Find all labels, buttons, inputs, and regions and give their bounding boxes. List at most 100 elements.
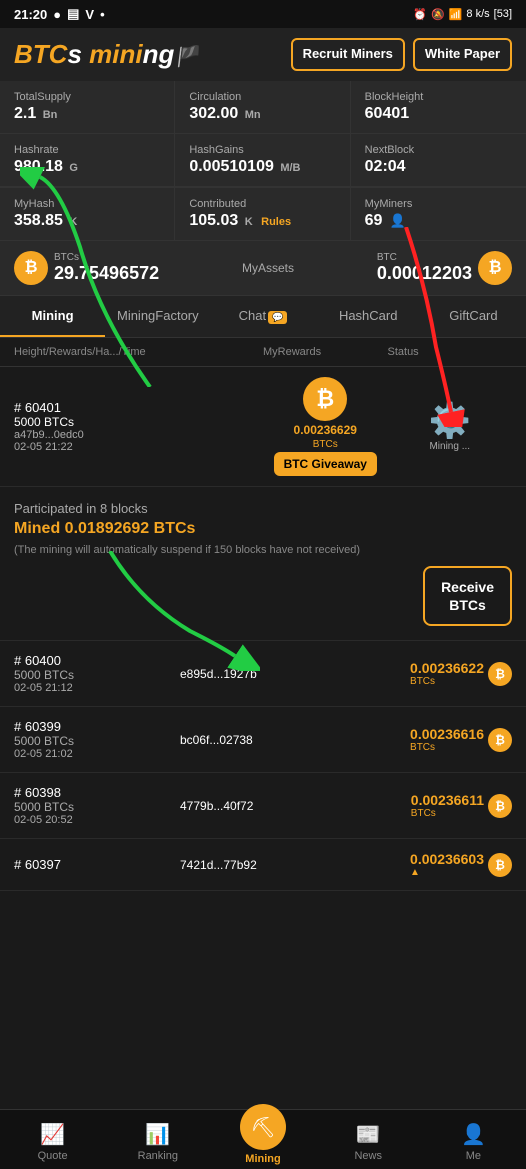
btc-giveaway-button[interactable]: BTC Giveaway <box>274 452 377 476</box>
tab-miningfactory[interactable]: MiningFactory <box>105 296 210 337</box>
btcs-icon: ₿ <box>14 251 48 285</box>
block-height-cell: BlockHeight 60401 <box>351 81 526 134</box>
hash-gains-cell: HashGains 0.00510109 M/B <box>175 134 350 187</box>
block-60400-amount: 5000 BTCs <box>14 668 180 682</box>
block-60399-amount: 5000 BTCs <box>14 734 180 748</box>
total-supply-label: TotalSupply <box>14 91 160 103</box>
quote-icon: 📈 <box>40 1122 65 1147</box>
block-60398-id: # 60398 <box>14 785 180 800</box>
nav-mining-center[interactable]: ⛏ Mining <box>210 1118 315 1165</box>
bottom-nav: 📈 Quote 📊 Ranking ⛏ Mining 📰 News 👤 Me <box>0 1109 526 1169</box>
current-btc-icon: ₿ <box>303 377 347 421</box>
participated-block: Participated in 8 blocks Mined 0.0189269… <box>0 487 526 641</box>
my-hash-label: MyHash <box>14 198 160 210</box>
speed-text: 8 k/s <box>466 8 489 20</box>
circulation-label: Circulation <box>189 91 335 103</box>
tab-giftcard[interactable]: GiftCard <box>421 296 526 337</box>
col3-header: Status <box>388 346 513 358</box>
block-60399-reward: 0.00236616 <box>410 726 484 742</box>
col2-header: MyRewards <box>263 346 388 358</box>
block-row-60399: # 60399 5000 BTCs 02-05 21:02 bc06f...02… <box>0 707 526 773</box>
status-left: 21:20 ● ▤ V • <box>14 6 105 22</box>
gear-icon: ⚙️ <box>429 401 471 441</box>
white-paper-button[interactable]: White Paper <box>413 38 512 71</box>
block-60400-reward: 0.00236622 <box>410 660 484 676</box>
current-block-left: # 60401 5000 BTCs a47b9...0edc0 02-05 21… <box>14 400 263 453</box>
current-mining-section: # 60401 5000 BTCs a47b9...0edc0 02-05 21… <box>0 367 526 487</box>
block-60400-btc-icon: ₿ <box>488 662 512 686</box>
nav-news[interactable]: 📰 News <box>316 1122 421 1162</box>
block-60400-id: # 60400 <box>14 653 180 668</box>
participated-footer: ReceiveBTCs <box>14 566 512 626</box>
header-buttons: Recruit Miners White Paper <box>291 38 512 71</box>
block-60400-right: 0.00236622 BTCs ₿ <box>346 660 512 687</box>
recruit-miners-button[interactable]: Recruit Miners <box>291 38 405 71</box>
mining-center-label: Mining <box>245 1153 280 1165</box>
block-60399-id: # 60399 <box>14 719 180 734</box>
block-60398-right: 0.00236611 BTCs ₿ <box>346 792 512 819</box>
mined-amount: Mined 0.01892692 BTCs <box>14 520 512 538</box>
block-60398-left: # 60398 5000 BTCs 02-05 20:52 <box>14 785 180 826</box>
btc-label: BTC <box>377 252 472 263</box>
block-60397-left: # 60397 <box>14 857 180 872</box>
nav-quote[interactable]: 📈 Quote <box>0 1122 105 1162</box>
nav-ranking[interactable]: 📊 Ranking <box>105 1122 210 1162</box>
btcs-value: 29.75496572 <box>54 263 159 284</box>
my-hash-value: 358.85 K <box>14 212 160 230</box>
tabs: Mining MiningFactory Chat💬 HashCard Gift… <box>0 296 526 338</box>
btcs-label: BTCs <box>54 252 159 263</box>
block-60397-right: 0.00236603 ▲ ₿ <box>346 851 512 878</box>
block-60398-hash: 4779b...40f72 <box>180 799 346 813</box>
current-block-hash: a47b9...0edc0 <box>14 429 263 441</box>
participated-title: Participated in 8 blocks <box>14 501 512 516</box>
my-miners-label: MyMiners <box>365 198 512 210</box>
ranking-icon: 📊 <box>145 1122 170 1147</box>
block-60400-time: 02-05 21:12 <box>14 682 180 694</box>
block-60397-id: # 60397 <box>14 857 180 872</box>
tab-hashcard[interactable]: HashCard <box>316 296 421 337</box>
block-height-label: BlockHeight <box>365 91 512 103</box>
block-60398-reward: 0.00236611 <box>411 792 484 808</box>
hash-gains-label: HashGains <box>189 144 335 156</box>
hash-gains-value: 0.00510109 M/B <box>189 158 335 176</box>
block-60399-right: 0.00236616 BTCs ₿ <box>346 726 512 753</box>
block-row-60397: # 60397 7421d...77b92 0.00236603 ▲ ₿ <box>0 839 526 891</box>
me-icon: 👤 <box>461 1122 486 1147</box>
quote-label: Quote <box>38 1150 68 1162</box>
tab-chat[interactable]: Chat💬 <box>210 296 315 337</box>
rules-link[interactable]: Rules <box>261 216 291 228</box>
news-label: News <box>354 1150 382 1162</box>
current-block-middle: ₿ 0.00236629 BTCs BTC Giveaway <box>263 377 388 476</box>
next-block-value: 02:04 <box>365 158 512 176</box>
signal-icon: 📶 <box>449 8 463 21</box>
tab-mining[interactable]: Mining <box>0 296 105 337</box>
block-60398-btc-icon: ₿ <box>488 794 512 818</box>
battery-icon: [53] <box>494 8 512 20</box>
logo: BTCs mining🏴 <box>14 39 199 70</box>
my-miners-value: 69 👤 <box>365 212 512 230</box>
current-block-id: # 60401 <box>14 400 263 415</box>
btc-asset: BTC 0.00012203 ₿ <box>377 251 512 285</box>
block-60398-time: 02-05 20:52 <box>14 814 180 826</box>
participated-section: Participated in 8 blocks Mined 0.0189269… <box>0 487 526 641</box>
receive-btcs-button[interactable]: ReceiveBTCs <box>423 566 512 626</box>
my-miners-cell: MyMiners 69 👤 <box>351 188 526 240</box>
news-icon: 📰 <box>356 1122 381 1147</box>
block-60397-reward-label: ▲ <box>410 867 484 878</box>
status-right: ⏰ 🔕 📶 8 k/s [53] <box>413 8 512 21</box>
nav-me[interactable]: 👤 Me <box>421 1122 526 1162</box>
block-60399-reward-label: BTCs <box>410 742 484 753</box>
whatsapp-icon: ● <box>53 7 61 22</box>
hashrate-cell: Hashrate 980.18 G <box>0 134 175 187</box>
current-block-status: ⚙️ Mining ... <box>388 401 513 452</box>
my-assets-label: MyAssets <box>242 261 294 275</box>
circulation-value: 302.00 Mn <box>189 105 335 123</box>
next-block-cell: NextBlock 02:04 <box>351 134 526 187</box>
contributed-label: Contributed <box>189 198 335 210</box>
suspend-note: (The mining will automatically suspend i… <box>14 544 512 556</box>
block-60400-reward-label: BTCs <box>410 676 484 687</box>
assets-row: ₿ BTCs 29.75496572 MyAssets BTC 0.000122… <box>0 241 526 296</box>
next-block-label: NextBlock <box>365 144 512 156</box>
current-block-time: 02-05 21:22 <box>14 441 263 453</box>
table-header: Height/Rewards/Ha.../Time MyRewards Stat… <box>0 338 526 367</box>
